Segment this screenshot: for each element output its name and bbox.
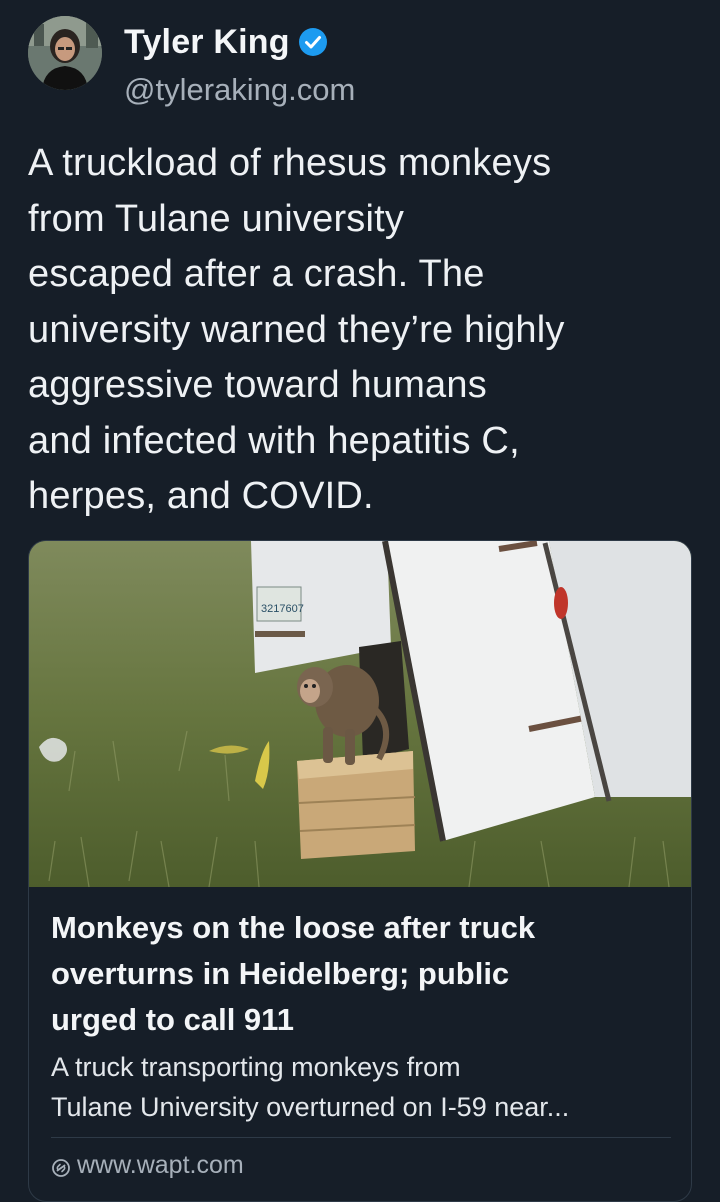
avatar[interactable]	[28, 16, 102, 90]
profile-photo	[28, 16, 102, 90]
author-handle[interactable]: @tyleraking.com	[124, 72, 355, 108]
display-name[interactable]: Tyler King	[124, 23, 290, 62]
overturned-truck-with-monkey-photo: 3217607	[29, 541, 691, 887]
truck-plate-text: 3217607	[261, 603, 304, 615]
link-card-divider	[51, 1137, 671, 1138]
globe-link-icon	[51, 1156, 71, 1177]
link-card-title[interactable]: Monkeys on the loose after truck overtur…	[51, 905, 671, 1043]
post-header: Tyler King @tyleraking.com	[28, 14, 688, 107]
link-card-image[interactable]: 3217607	[29, 541, 691, 887]
verified-badge-icon	[298, 27, 328, 57]
link-card[interactable]: 3217607 Monkeys on the loose after truck…	[28, 540, 692, 1202]
link-card-domain[interactable]: www.wapt.com	[51, 1151, 244, 1180]
name-row: Tyler King	[124, 20, 328, 64]
link-card-domain-text[interactable]: www.wapt.com	[77, 1151, 244, 1180]
link-card-description: A truck transporting monkeys from Tulane…	[51, 1052, 570, 1122]
post-text: A truckload of rhesus monkeys from Tulan…	[28, 142, 565, 517]
